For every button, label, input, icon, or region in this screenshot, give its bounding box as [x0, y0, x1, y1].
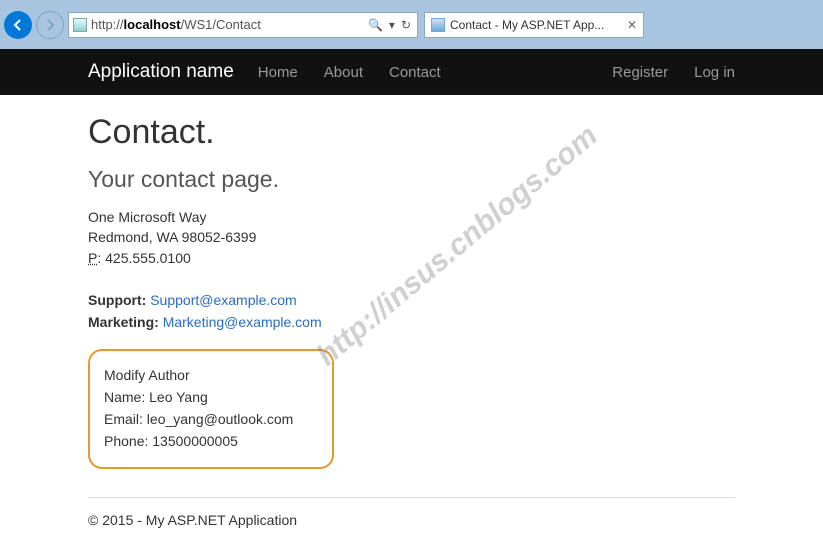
- content: Contact. Your contact page. One Microsof…: [0, 95, 823, 479]
- author-box: Modify Author Name: Leo Yang Email: leo_…: [88, 349, 334, 469]
- search-icon[interactable]: 🔍: [368, 18, 383, 32]
- nav-about[interactable]: About: [324, 64, 363, 81]
- arrow-left-icon: [11, 18, 25, 32]
- author-heading: Modify Author: [104, 367, 318, 383]
- footer-text: © 2015 - My ASP.NET Application: [88, 512, 297, 528]
- marketing-email-link[interactable]: Marketing@example.com: [163, 314, 322, 330]
- browser-tab[interactable]: Contact - My ASP.NET App... ✕: [424, 12, 644, 38]
- nav-register[interactable]: Register: [612, 64, 668, 81]
- address-line-1: One Microsoft Way: [88, 207, 735, 227]
- phone-number: 425.555.0100: [105, 250, 191, 266]
- forward-button[interactable]: [36, 11, 64, 39]
- address-bar[interactable]: http://localhost/WS1/Contact 🔍 ▾ ↻: [68, 12, 418, 38]
- close-icon[interactable]: ✕: [627, 18, 637, 32]
- marketing-label: Marketing:: [88, 314, 159, 330]
- nav-login[interactable]: Log in: [694, 64, 735, 81]
- author-name-row: Name: Leo Yang: [104, 389, 318, 405]
- navbar: Application name Home About Contact Regi…: [0, 49, 823, 95]
- author-email-row: Email: leo_yang@outlook.com: [104, 411, 318, 427]
- site-icon: [73, 18, 87, 32]
- phone-abbr: P: [88, 250, 97, 266]
- phone-line: P: 425.555.0100: [88, 248, 735, 268]
- nav-contact[interactable]: Contact: [389, 64, 441, 81]
- footer: © 2015 - My ASP.NET Application: [88, 497, 735, 528]
- brand[interactable]: Application name: [88, 61, 234, 83]
- browser-chrome: http://localhost/WS1/Contact 🔍 ▾ ↻ Conta…: [0, 0, 823, 49]
- address-block: One Microsoft Way Redmond, WA 98052-6399…: [88, 207, 735, 268]
- tab-title: Contact - My ASP.NET App...: [450, 18, 622, 32]
- arrow-right-icon: [43, 18, 57, 32]
- address-controls: 🔍 ▾ ↻: [368, 18, 413, 32]
- nav-home[interactable]: Home: [258, 64, 298, 81]
- page-icon: [431, 18, 445, 32]
- address-line-2: Redmond, WA 98052-6399: [88, 227, 735, 247]
- dropdown-icon[interactable]: ▾: [389, 18, 395, 32]
- page: Application name Home About Contact Regi…: [0, 49, 823, 536]
- page-subtitle: Your contact page.: [88, 166, 735, 193]
- support-row: Support: Support@example.com: [88, 290, 735, 312]
- support-email-link[interactable]: Support@example.com: [150, 292, 297, 308]
- email-contacts: Support: Support@example.com Marketing: …: [88, 290, 735, 333]
- page-title: Contact.: [88, 113, 735, 152]
- back-button[interactable]: [4, 11, 32, 39]
- author-phone-row: Phone: 13500000005: [104, 433, 318, 449]
- support-label: Support:: [88, 292, 146, 308]
- refresh-icon[interactable]: ↻: [401, 18, 411, 32]
- url-text: http://localhost/WS1/Contact: [91, 17, 364, 32]
- marketing-row: Marketing: Marketing@example.com: [88, 312, 735, 334]
